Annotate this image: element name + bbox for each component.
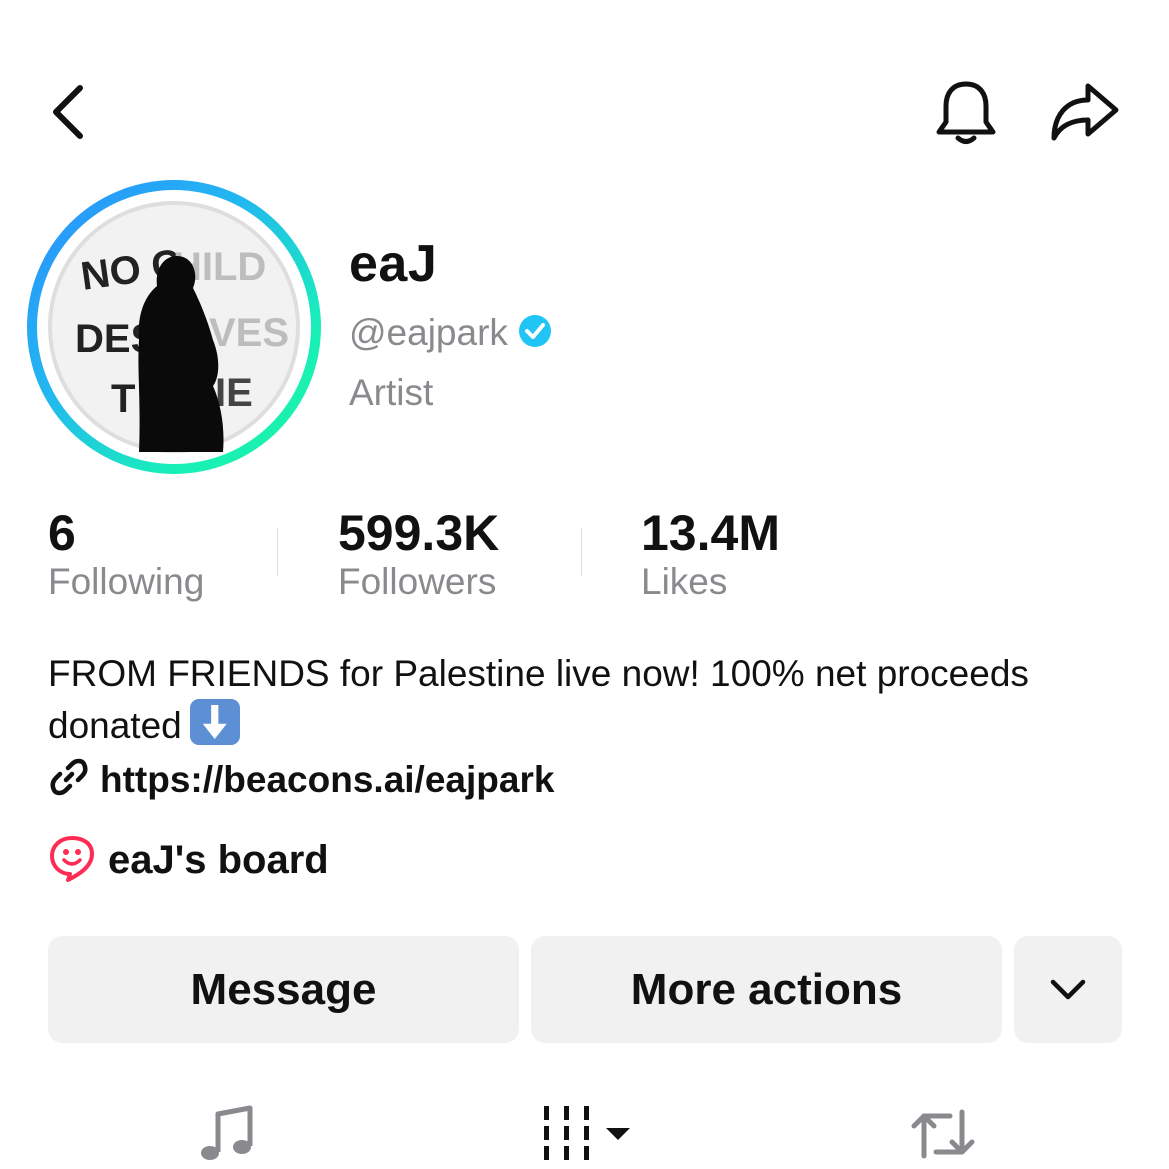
board-link[interactable]: eaJ's board	[48, 834, 329, 887]
handle-row: @eajpark	[349, 312, 552, 354]
stat-value: 599.3K	[338, 505, 500, 561]
stat-followers[interactable]: 599.3K Followers	[338, 506, 499, 604]
repost-icon[interactable]	[910, 1104, 976, 1169]
svg-text:T: T	[111, 377, 135, 421]
bio-link[interactable]: https://beacons.ai/eajpark	[48, 756, 554, 803]
chevron-down-icon	[1050, 979, 1086, 999]
stat-likes[interactable]: 13.4M Likes	[641, 506, 780, 604]
svg-text:IE: IE	[215, 371, 253, 415]
link-icon	[48, 756, 90, 803]
stat-label: Following	[48, 561, 205, 602]
bell-icon[interactable]	[934, 78, 998, 146]
stat-following[interactable]: 6 Following	[48, 506, 204, 604]
dropdown-button[interactable]	[1014, 936, 1122, 1043]
bio: FROM FRIENDS for Palestine live now! 100…	[48, 648, 1128, 751]
stat-value: 6	[48, 505, 76, 561]
verified-badge-icon	[518, 314, 552, 353]
stat-divider	[581, 528, 582, 576]
handle: @eajpark	[349, 312, 508, 353]
more-actions-button[interactable]: More actions	[531, 936, 1002, 1043]
stat-label: Followers	[338, 561, 497, 602]
board-icon	[48, 834, 96, 887]
stat-value: 13.4M	[641, 505, 780, 561]
link-url[interactable]: https://beacons.ai/eajpark	[100, 759, 554, 801]
avatar-image: NO C HILD DES VES T IE	[48, 201, 300, 453]
back-icon[interactable]	[48, 84, 88, 140]
board-label: eaJ's board	[108, 838, 329, 882]
message-button[interactable]: Message	[48, 936, 519, 1043]
avatar[interactable]: NO C HILD DES VES T IE	[27, 180, 321, 474]
stat-label: Likes	[641, 561, 728, 602]
share-icon[interactable]	[1048, 80, 1120, 144]
display-name: eaJ	[349, 235, 438, 293]
stat-divider	[277, 528, 278, 576]
svg-text:VES: VES	[209, 311, 289, 355]
music-note-icon[interactable]	[198, 1104, 254, 1169]
playlist-grid-icon[interactable]	[544, 1106, 634, 1167]
down-arrow-emoji-icon	[189, 699, 240, 745]
profile-category: Artist	[349, 372, 434, 413]
